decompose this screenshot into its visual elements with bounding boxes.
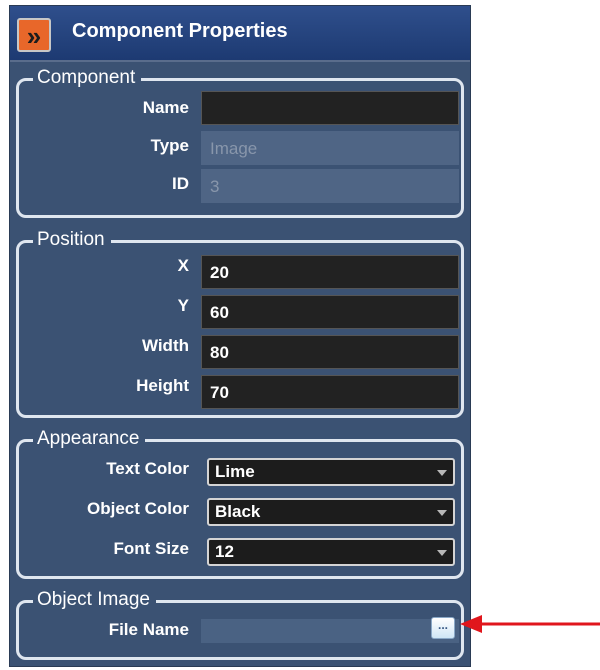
object-image-legend: Object Image: [33, 589, 156, 611]
position-legend: Position: [33, 229, 111, 251]
id-field: 3: [201, 169, 459, 203]
file-name-field[interactable]: [201, 619, 459, 643]
height-label: Height: [136, 376, 189, 395]
red-arrow-annotation: [460, 615, 600, 633]
font-size-value: 12: [215, 542, 234, 561]
panel-title: Component Properties: [72, 20, 288, 42]
file-name-label: File Name: [108, 620, 189, 639]
type-label: Type: [150, 136, 189, 155]
font-size-label: Font Size: [113, 539, 189, 558]
chevron-down-icon: [437, 550, 447, 556]
type-field: Image: [201, 131, 459, 165]
component-group: Component Name Type Image ID 3: [16, 67, 464, 218]
text-color-label: Text Color: [106, 459, 189, 478]
component-legend: Component: [33, 67, 142, 89]
width-field[interactable]: 80: [201, 335, 459, 369]
double-chevron-right-icon[interactable]: »: [17, 18, 51, 52]
appearance-group: Appearance Text Color Lime Object Color …: [16, 428, 464, 579]
position-group: Position X 20 Y 60 Width 80 Height 70: [16, 229, 464, 418]
text-color-value: Lime: [215, 462, 255, 481]
panel-header: » Component Properties: [10, 6, 470, 62]
x-field[interactable]: 20: [201, 255, 459, 289]
font-size-select[interactable]: 12: [207, 538, 455, 566]
object-image-group: Object Image File Name ...: [16, 589, 464, 660]
id-label: ID: [172, 174, 189, 193]
y-label: Y: [177, 296, 189, 315]
appearance-legend: Appearance: [33, 428, 146, 450]
object-color-value: Black: [215, 502, 261, 521]
browse-button[interactable]: ...: [431, 617, 455, 639]
name-field[interactable]: [201, 91, 459, 125]
x-label: X: [177, 256, 189, 275]
object-color-label: Object Color: [86, 499, 189, 518]
object-color-select[interactable]: Black: [207, 498, 455, 526]
height-field[interactable]: 70: [201, 375, 459, 409]
width-label: Width: [141, 336, 189, 355]
text-color-select[interactable]: Lime: [207, 458, 455, 486]
y-field[interactable]: 60: [201, 295, 459, 329]
chevron-down-icon: [437, 510, 447, 516]
component-properties-panel: » Component Properties Component Name Ty…: [10, 6, 470, 666]
name-label: Name: [142, 98, 189, 117]
chevron-down-icon: [437, 470, 447, 476]
